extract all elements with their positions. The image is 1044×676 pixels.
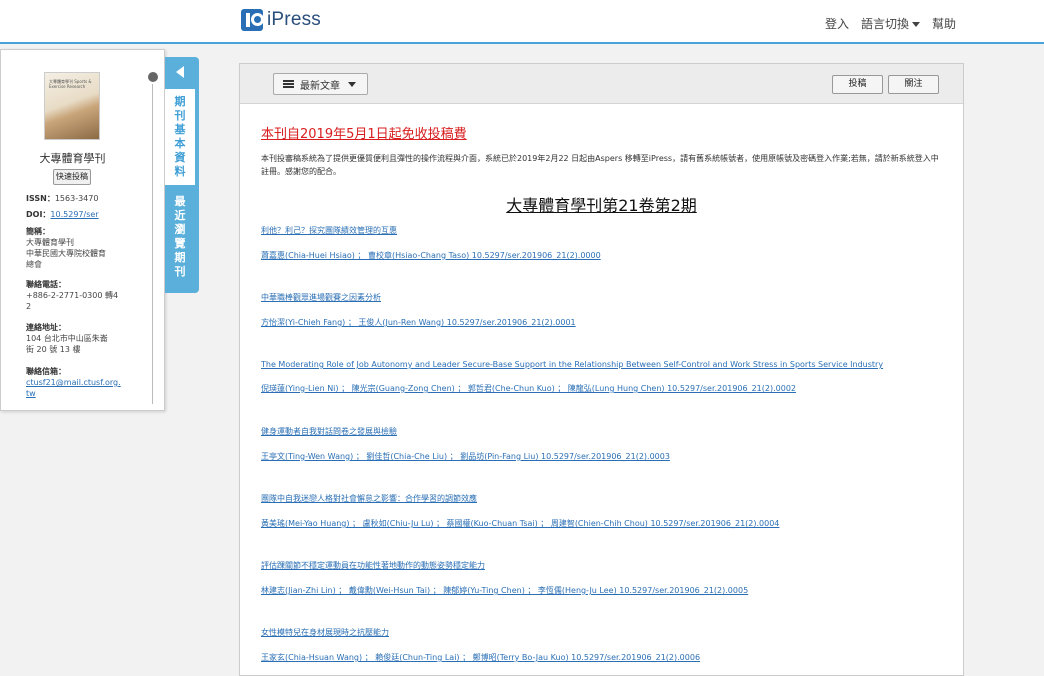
tab-recent-issues[interactable]: 最近瀏覽期刊	[173, 195, 187, 279]
phone-line: 2	[26, 302, 32, 311]
issue-title: 大專體育學刊第21卷第2期	[240, 192, 963, 216]
top-header: iPress 登入 語言切換 幫助	[0, 0, 1044, 44]
article-title-link[interactable]: 女性模特兒在身材展現時之抗壓能力	[261, 627, 951, 638]
article-authors-link[interactable]: 蕭嘉惠(Chia-Huei Hsiao) ； 曹校章(Hsiao-Chang T…	[261, 250, 951, 261]
tab-basic-info-label[interactable]: 期刊基本資料	[173, 95, 187, 179]
cover-title: 大專體育學刊 Sports & Exercise Research	[49, 79, 92, 89]
collapse-arrow-icon[interactable]	[176, 66, 184, 78]
article-authors-link[interactable]: 倪瑛蓮(Ying-Lien Ni) ； 陳光宗(Guang-Zong Chen)…	[261, 383, 951, 394]
article-item: 健身運動者自我對話問卷之發展與檢驗 王亭文(Ting-Wen Wang) ； 劉…	[261, 426, 951, 462]
article-item: 團隊中自我迷戀人格對社會懈怠之影響：合作學習的調節效應 黃美瑤(Mei-Yao …	[261, 493, 951, 529]
chevron-down-icon	[348, 81, 356, 87]
issue-title-link[interactable]: 大專體育學刊第21卷第2期	[506, 196, 697, 215]
publisher-line: 中華民國大專院校體育	[26, 249, 106, 258]
article-title-link[interactable]: 團隊中自我迷戀人格對社會懈怠之影響：合作學習的調節效應	[261, 493, 951, 504]
scroll-track[interactable]	[152, 84, 153, 404]
submit-button[interactable]: 投稿	[832, 75, 883, 94]
article-item: 中華職棒觀眾進場觀賽之因素分析 方怡潔(Yi-Chieh Fang) ； 王俊人…	[261, 292, 951, 328]
journal-info-panel: 大專體育學刊 Sports & Exercise Research 大專體育學刊…	[0, 49, 165, 411]
article-authors-link[interactable]: 王家玄(Chia-Hsuan Wang) ； 賴俊廷(Chun-Ting Lai…	[261, 652, 951, 663]
email-link-line[interactable]: tw	[26, 388, 126, 399]
top-nav: 登入 語言切換 幫助	[825, 15, 956, 32]
chevron-down-icon	[911, 22, 920, 27]
issn-label: ISSN：	[26, 194, 55, 203]
issn-value: 1563-3470	[54, 194, 99, 203]
publisher-line: 總會	[26, 260, 42, 269]
follow-button[interactable]: 關注	[888, 75, 939, 94]
language-label: 語言切換	[860, 17, 909, 31]
phone-row: 聯絡電話： +886-2-2771-0300 轉4 2	[26, 279, 126, 312]
address-row: 連絡地址： 104 台北市中山區朱崙 街 20 號 13 樓	[26, 322, 126, 355]
article-authors-link[interactable]: 黃美瑤(Mei-Yao Huang) ； 盧秋如(Chiu-Ju Lu) ； 蔡…	[261, 518, 951, 529]
ipress-logo[interactable]: iPress	[241, 9, 321, 31]
latest-articles-dropdown[interactable]: 最新文章	[273, 73, 368, 95]
article-item: 利他？利己？探究團隊績效管理的互惠 蕭嘉惠(Chia-Huei Hsiao) ；…	[261, 225, 951, 261]
article-authors-link[interactable]: 林建志(Jian-Zhi Lin) ； 戴偉勳(Wei-Hsun Tai) ； …	[261, 585, 951, 596]
notice-title[interactable]: 本刊自2019年5月1日起免收投稿費	[261, 123, 467, 142]
ipress-logo-icon	[241, 9, 264, 31]
doi-link[interactable]: 10.5297/ser	[50, 210, 98, 219]
journal-name: 大專體育學刊	[39, 152, 106, 165]
side-tabs: 期刊基本資料 最近瀏覽期刊	[165, 57, 199, 293]
address-line: 街 20 號 13 樓	[26, 345, 81, 354]
article-item: The Moderating Role of Job Autonomy and …	[261, 360, 951, 394]
address-label: 連絡地址：	[26, 323, 66, 332]
phone-label: 聯絡電話：	[26, 280, 66, 289]
help-link[interactable]: 幫助	[932, 15, 956, 32]
content-toolbar: 最新文章 投稿 關注	[240, 64, 963, 104]
publisher-line: 大專體育學刊	[26, 238, 74, 247]
email-label: 聯絡信箱：	[26, 367, 66, 376]
journal-cover-image: 大專體育學刊 Sports & Exercise Research	[44, 72, 100, 140]
login-link[interactable]: 登入	[825, 15, 849, 32]
notice-body: 本刊投審稿系統為了提供更優質便利且彈性的操作流程與介面，系統已於2019年2月2…	[261, 154, 939, 176]
article-title-link[interactable]: 評估踝關節不穩定運動員在功能性著地動作的動態姿勢穩定能力	[261, 560, 951, 571]
article-title-link[interactable]: The Moderating Role of Job Autonomy and …	[261, 360, 951, 369]
article-authors-link[interactable]: 方怡潔(Yi-Chieh Fang) ； 王俊人(Jun-Ren Wang) 1…	[261, 317, 951, 328]
address-line: 104 台北市中山區朱崙	[26, 334, 108, 343]
phone-line: +886-2-2771-0300 轉4	[26, 291, 119, 300]
language-switch[interactable]: 語言切換	[861, 15, 920, 32]
doi-row: DOI：10.5297/ser	[26, 209, 126, 220]
doi-label: DOI：	[26, 210, 51, 219]
article-item: 評估踝關節不穩定運動員在功能性著地動作的動態姿勢穩定能力 林建志(Jian-Zh…	[261, 560, 951, 596]
scroll-handle[interactable]	[148, 72, 158, 82]
main-content: 最新文章 投稿 關注 本刊自2019年5月1日起免收投稿費 本刊投審稿系統為了提…	[239, 63, 964, 676]
latest-articles-label: 最新文章	[300, 80, 340, 92]
article-title-link[interactable]: 中華職棒觀眾進場觀賽之因素分析	[261, 292, 951, 303]
article-authors-link[interactable]: 王亭文(Ting-Wen Wang) ； 劉佳哲(Chia-Che Liu) ；…	[261, 451, 951, 462]
article-title-link[interactable]: 利他？利己？探究團隊績效管理的互惠	[261, 225, 951, 236]
issn-row: ISSN：1563-3470	[26, 193, 126, 204]
email-link-line[interactable]: ctusf21@mail.ctusf.org.	[26, 377, 126, 388]
menu-icon	[283, 80, 294, 88]
article-title-link[interactable]: 健身運動者自我對話問卷之發展與檢驗	[261, 426, 951, 437]
email-row: 聯絡信箱： ctusf21@mail.ctusf.org. tw	[26, 366, 126, 399]
quick-submit-button[interactable]: 快速投稿	[53, 169, 91, 185]
article-item: 女性模特兒在身材展現時之抗壓能力 王家玄(Chia-Hsuan Wang) ； …	[261, 627, 951, 663]
publisher-row: 簡稱： 大專體育學刊 中華民國大專院校體育 總會	[26, 226, 126, 270]
logo-text: iPress	[267, 9, 321, 30]
publisher-label: 簡稱：	[26, 227, 50, 236]
